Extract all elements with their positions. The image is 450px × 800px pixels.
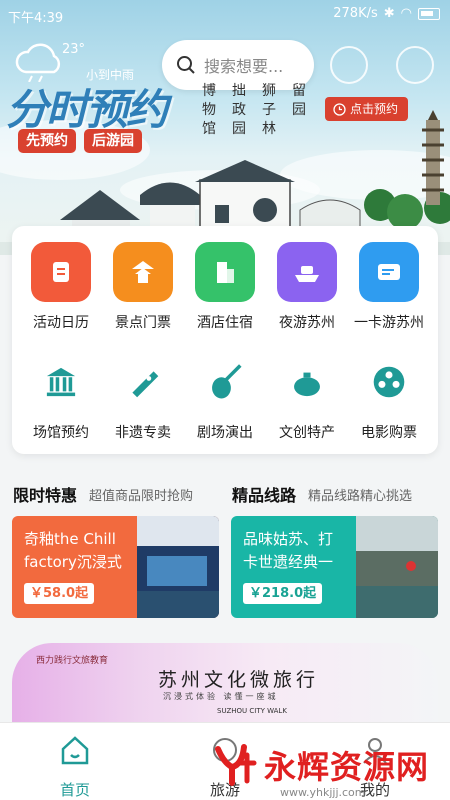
watermark-logo-icon: [215, 744, 257, 786]
deal-title: 奇釉the Chill factory沉浸式: [24, 528, 122, 574]
grid-item-label: 电影购票: [361, 425, 417, 441]
grid-item-label: 酒店住宿: [197, 315, 253, 331]
grid-item-calendar[interactable]: 活动日历: [20, 242, 102, 332]
building-icon: [195, 242, 255, 302]
garden-char: 留: [292, 83, 306, 99]
section-subtitle-routes: 精品线路精心挑选: [308, 489, 413, 504]
banner-badge: SUZHOU CITY WALK: [217, 707, 287, 715]
route-card[interactable]: 品味姑苏、打 卡世遗经典一 ￥218.0起: [231, 516, 438, 618]
garden-name: 狮子林: [260, 82, 278, 139]
deal-price: ￥58.0起: [24, 583, 95, 604]
grid-item-museum[interactable]: 场馆预约: [20, 354, 102, 442]
grid-item-pavilion[interactable]: 景点门票: [102, 242, 184, 332]
search-icon: [177, 56, 195, 74]
route-title-line2: 卡世遗经典一: [243, 553, 334, 571]
status-bar: 下午4:39 278K/s ✱ ◠: [0, 0, 450, 30]
garden-list: 博物馆拙政园狮子林留园: [200, 82, 308, 139]
message-icon[interactable]: [330, 46, 368, 84]
garden-char: 馆: [202, 121, 216, 137]
home-icon: [61, 736, 89, 765]
reserve-button[interactable]: 点击预约: [325, 97, 409, 121]
garden-name: 拙政园: [230, 82, 248, 139]
garden-char: 林: [262, 121, 276, 137]
banner-logo: 西力践行文旅教育: [36, 656, 109, 666]
hero-banner: 下午4:39 278K/s ✱ ◠ 23° 小到中雨 分时预约 先预约 后游园 …: [0, 0, 450, 255]
grid-item-film-reel[interactable]: 电影购票: [348, 354, 430, 442]
grid-item-building[interactable]: 酒店住宿: [184, 242, 266, 332]
bluetooth-icon: ✱: [383, 6, 395, 21]
banner-title: 苏州文化微旅行: [158, 669, 320, 691]
slogan-title: 分时预约: [6, 85, 168, 134]
grid-item-boat[interactable]: 夜游苏州: [266, 242, 348, 332]
watermark: 永辉资源网 www.yhkjjj.com: [214, 742, 430, 799]
grid-item-label: 一卡游苏州: [354, 315, 424, 331]
watermark-url: www.yhkjjj.com: [280, 786, 366, 799]
garden-char: 政: [232, 102, 246, 118]
grid-item-label: 非遗专卖: [115, 425, 171, 441]
grid-item-label: 场馆预约: [33, 425, 89, 441]
reserve-button-label: 点击预约: [350, 102, 399, 116]
scan-icon[interactable]: [396, 46, 434, 84]
garden-char: 园: [292, 102, 306, 118]
grid-item-label: 夜游苏州: [279, 315, 335, 331]
clock-icon: [333, 102, 346, 116]
battery-icon: [418, 7, 440, 20]
garden-name: 博物馆: [200, 82, 218, 139]
wifi-icon: ◠: [400, 6, 412, 21]
service-grid: 活动日历 景点门票 酒店住宿 夜游苏州 一卡游苏州场馆预约 非遗专卖 剧场演出 文创特产 电影购…: [12, 226, 438, 454]
network-speed: 278K/s: [333, 6, 378, 21]
grid-item-fan[interactable]: 非遗专卖: [102, 354, 184, 442]
temperature: 23°: [62, 42, 86, 57]
garden-char: 博: [202, 83, 216, 99]
grid-item-label: 剧场演出: [197, 425, 253, 441]
route-title-line1: 品味姑苏、打: [243, 530, 334, 548]
pavilion-icon: [113, 242, 173, 302]
grid-item-label: 景点门票: [115, 315, 171, 331]
tab-home[interactable]: 首页: [30, 735, 120, 800]
garden-char: 狮: [262, 83, 276, 99]
watermark-text: 永辉资源网: [264, 748, 430, 786]
city-walk-banner[interactable]: 西力践行文旅教育 苏州文化微旅行 沉浸式体验 读懂一座城 SUZHOU CITY…: [12, 643, 438, 725]
boat-icon: [277, 242, 337, 302]
tab-home-label: 首页: [59, 781, 90, 799]
garden-char: 物: [202, 102, 216, 118]
section-title-routes: 精品线路: [232, 486, 297, 505]
deal-photo: [137, 516, 219, 618]
pagoda-icon: [422, 110, 444, 205]
teapot-icon: [277, 354, 337, 410]
garden-name: 留园: [290, 82, 308, 139]
calendar-icon: [31, 242, 91, 302]
route-price: ￥218.0起: [243, 583, 323, 604]
grid-item-label: 活动日历: [33, 315, 89, 331]
deal-card[interactable]: 奇釉the Chill factory沉浸式 ￥58.0起: [12, 516, 219, 618]
search-placeholder: 搜索想要...: [204, 57, 284, 76]
section-subtitle-limited: 超值商品限时抢购: [89, 489, 194, 504]
grid-item-teapot[interactable]: 文创特产: [266, 354, 348, 442]
status-time: 下午4:39: [8, 11, 64, 26]
museum-icon: [31, 354, 91, 410]
card-icon: [359, 242, 419, 302]
grid-item-card[interactable]: 一卡游苏州: [348, 242, 430, 332]
deal-title-line2: factory沉浸式: [24, 553, 122, 571]
banner-subtitle: 沉浸式体验 读懂一座城: [163, 692, 279, 701]
garden-char: 子: [262, 102, 276, 118]
garden-char: 园: [232, 121, 246, 137]
route-title: 品味姑苏、打 卡世遗经典一: [243, 528, 333, 574]
fan-icon: [113, 354, 173, 410]
film-reel-icon: [359, 354, 419, 410]
garden-char: 拙: [232, 83, 246, 99]
pipa-icon: [195, 354, 255, 410]
grid-item-pipa[interactable]: 剧场演出: [184, 354, 266, 442]
route-photo: [356, 516, 438, 618]
deal-title-line1: 奇釉the Chill: [24, 530, 116, 548]
grid-item-label: 文创特产: [279, 425, 335, 441]
section-title-limited: 限时特惠: [13, 486, 78, 505]
